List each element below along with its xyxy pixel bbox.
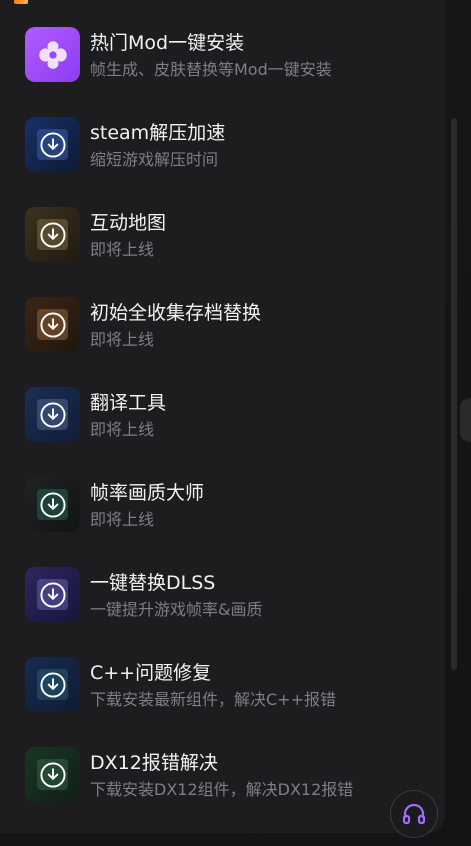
tool-list: 热门Mod一键安装 帧生成、皮肤替换等Mod一键安装 steam解压加速 缩短游…: [25, 27, 445, 833]
tool-title: 翻译工具: [90, 392, 167, 414]
tool-subtitle: 下载安装最新组件，解决C++报错: [90, 690, 336, 709]
tool-subtitle: 即将上线: [90, 330, 155, 349]
tool-tile: [25, 567, 80, 622]
tool-title: 一键替换DLSS: [90, 572, 216, 594]
tool-tile: [25, 747, 80, 802]
tool-title: steam解压加速: [90, 122, 226, 144]
flame-icon: [14, 0, 28, 4]
tool-item-steam-decompress[interactable]: steam解压加速 缩短游戏解压时间: [25, 117, 445, 207]
headphones-icon: [402, 803, 426, 825]
download-icon: [39, 761, 66, 788]
tool-subtitle: 即将上线: [90, 510, 155, 529]
tool-title: C++问题修复: [90, 662, 212, 684]
tool-subtitle: 即将上线: [90, 420, 155, 439]
support-button[interactable]: [390, 790, 438, 838]
tools-panel: 热门Mod一键安装 帧生成、皮肤替换等Mod一键安装 steam解压加速 缩短游…: [0, 0, 445, 833]
tool-tile: [25, 387, 80, 442]
tool-item-dlss-replace[interactable]: 一键替换DLSS 一键提升游戏帧率&画质: [25, 567, 445, 657]
tool-tile: [25, 117, 80, 172]
tool-item-interactive-map[interactable]: 互动地图 即将上线: [25, 207, 445, 297]
download-icon: [39, 221, 66, 248]
section-header: [0, 0, 214, 8]
tool-tile: [25, 297, 80, 352]
mod-icon: [38, 40, 67, 69]
tool-subtitle: 下载安装DX12组件，解决DX12报错: [90, 780, 354, 799]
tool-item-fps-quality[interactable]: 帧率画质大师 即将上线: [25, 477, 445, 567]
tool-item-cpp-fix[interactable]: C++问题修复 下载安装最新组件，解决C++报错: [25, 657, 445, 747]
scrollbar[interactable]: [451, 118, 457, 670]
tool-title: 帧率画质大师: [90, 482, 205, 504]
tool-tile: [25, 477, 80, 532]
tool-subtitle: 即将上线: [90, 240, 155, 259]
tool-item-translate[interactable]: 翻译工具 即将上线: [25, 387, 445, 477]
tool-tile: [25, 207, 80, 262]
download-icon: [39, 491, 66, 518]
download-icon: [39, 131, 66, 158]
download-icon: [39, 581, 66, 608]
tool-title: 热门Mod一键安装: [90, 32, 245, 54]
tool-title: DX12报错解决: [90, 752, 218, 774]
app-window: 热门Mod一键安装 帧生成、皮肤替换等Mod一键安装 steam解压加速 缩短游…: [0, 0, 471, 846]
tool-title: 初始全收集存档替换: [90, 302, 262, 324]
tool-title: 互动地图: [90, 212, 167, 234]
tool-subtitle: 一键提升游戏帧率&画质: [90, 600, 263, 619]
download-icon: [39, 311, 66, 338]
tool-item-save-replace[interactable]: 初始全收集存档替换 即将上线: [25, 297, 445, 387]
tool-item-mod-install[interactable]: 热门Mod一键安装 帧生成、皮肤替换等Mod一键安装: [25, 27, 445, 117]
tool-tile: [25, 27, 80, 82]
tool-subtitle: 帧生成、皮肤替换等Mod一键安装: [90, 60, 332, 79]
download-icon: [39, 401, 66, 428]
download-icon: [39, 671, 66, 698]
tool-subtitle: 缩短游戏解压时间: [90, 150, 219, 169]
tool-item-dx12-fix[interactable]: DX12报错解决 下载安装DX12组件，解决DX12报错: [25, 747, 445, 833]
side-panel-handle[interactable]: [460, 398, 471, 442]
tool-tile: [25, 657, 80, 712]
